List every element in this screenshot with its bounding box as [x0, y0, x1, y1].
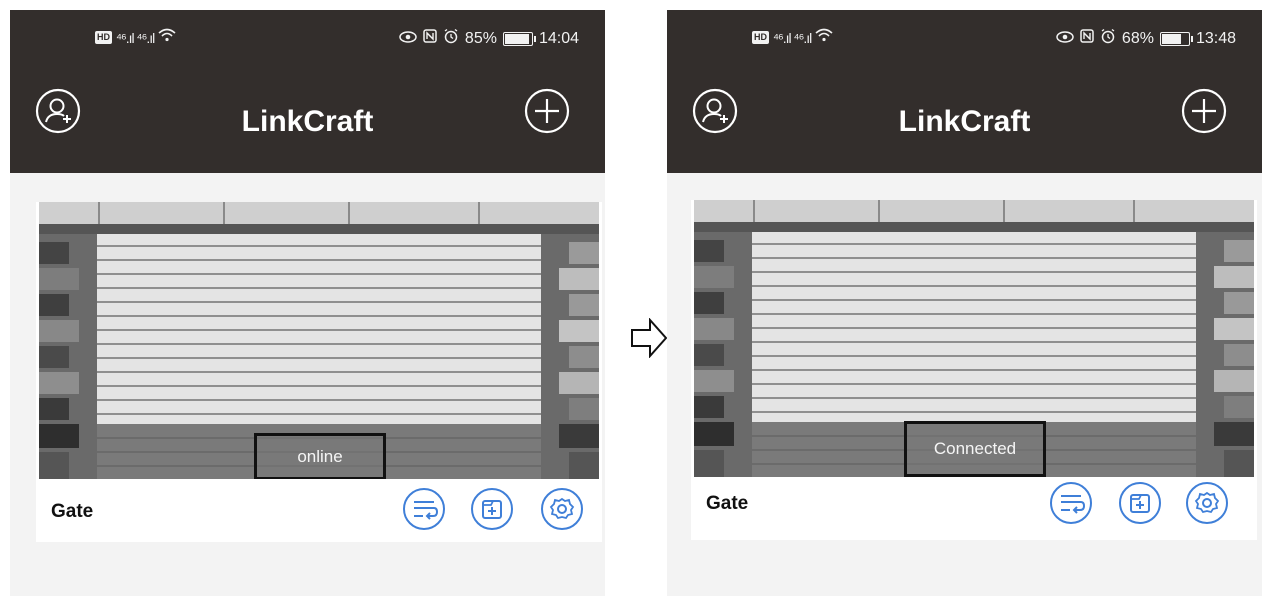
device-photo-gate: Connected: [694, 200, 1254, 477]
battery-percent: 68%: [1121, 29, 1154, 47]
hd-icon: HD: [752, 31, 769, 44]
wifi-icon: [815, 28, 833, 47]
app-title: LinkCraft: [898, 105, 1031, 138]
device-card-footer: Gate: [36, 479, 602, 542]
list-wrap-icon: [1050, 482, 1092, 524]
phone-screen-before: HD ⁴⁶.ıl ⁴⁶.ıl 85% 14:04 LinkCraft onlin…: [10, 10, 605, 596]
hd-icon: HD: [95, 31, 112, 44]
clock: 13:48: [1195, 29, 1236, 47]
list-button[interactable]: [1049, 481, 1093, 525]
battery-icon: [502, 31, 536, 46]
eye-icon: [399, 30, 417, 48]
device-name: Gate: [706, 493, 749, 514]
plus-icon: [1181, 88, 1227, 134]
settings-button[interactable]: [540, 487, 584, 531]
add-to-folder-button[interactable]: [470, 487, 514, 531]
signal-icon: ⁴⁶.ıl ⁴⁶.ıl: [116, 29, 155, 46]
nfc-icon: [423, 29, 437, 48]
settings-button[interactable]: [1185, 481, 1229, 525]
device-card[interactable]: online Gate: [36, 202, 602, 542]
list-wrap-icon: [403, 488, 445, 530]
device-photo-gate: online: [39, 202, 599, 479]
add-to-folder-button[interactable]: [1118, 481, 1162, 525]
folder-add-icon: [471, 488, 513, 530]
nfc-icon: [1080, 29, 1094, 48]
device-status-badge: Connected: [904, 421, 1046, 477]
battery-percent: 85%: [464, 29, 497, 47]
arrow-right-icon: [630, 317, 668, 359]
wifi-icon: [158, 28, 176, 47]
battery-icon: [1159, 31, 1193, 46]
add-device-button[interactable]: [524, 88, 570, 134]
list-button[interactable]: [402, 487, 446, 531]
phone-screen-after: HD ⁴⁶.ıl ⁴⁶.ıl 68% 13:48 LinkCraft Conne…: [667, 10, 1262, 596]
device-status-badge: online: [254, 433, 386, 479]
add-device-button[interactable]: [1181, 88, 1227, 134]
device-card-footer: Gate: [691, 477, 1257, 540]
alarm-icon: [443, 28, 459, 49]
device-card[interactable]: Connected Gate: [691, 200, 1257, 540]
clock: 14:04: [538, 29, 579, 47]
folder-add-icon: [1119, 482, 1161, 524]
eye-icon: [1056, 30, 1074, 48]
device-name: Gate: [51, 501, 94, 522]
signal-icon: ⁴⁶.ıl ⁴⁶.ıl: [773, 29, 812, 46]
alarm-icon: [1100, 28, 1116, 49]
battery-fill: [1161, 33, 1181, 44]
status-bar: HD ⁴⁶.ıl ⁴⁶.ıl 68% 13:48: [667, 22, 1262, 54]
battery-fill: [504, 33, 529, 44]
app-title: LinkCraft: [241, 105, 374, 138]
gear-icon: [1186, 482, 1228, 524]
app-header: HD ⁴⁶.ıl ⁴⁶.ıl 85% 14:04 LinkCraft: [10, 10, 605, 173]
status-bar: HD ⁴⁶.ıl ⁴⁶.ıl 85% 14:04: [10, 22, 605, 54]
gear-icon: [541, 488, 583, 530]
plus-icon: [524, 88, 570, 134]
app-header: HD ⁴⁶.ıl ⁴⁶.ıl 68% 13:48 LinkCraft: [667, 10, 1262, 173]
